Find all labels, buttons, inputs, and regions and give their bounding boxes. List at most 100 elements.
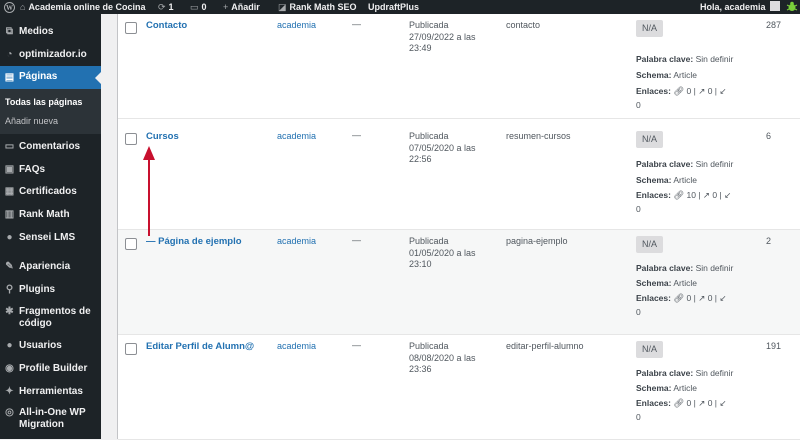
schema-line: Schema: Article	[636, 70, 697, 80]
updraftplus-link[interactable]: UpdraftPlus	[368, 0, 419, 14]
certificate-icon: ▦	[4, 186, 15, 197]
page-title-link[interactable]: Contacto	[146, 20, 187, 31]
count-cell: 6	[766, 131, 772, 141]
row-checkbox[interactable]	[125, 22, 137, 34]
comment-icon: ▭	[190, 2, 199, 12]
keyword-line: Palabra clave: Sin definir	[636, 159, 734, 169]
date-cell: Publicada 07/05/2020 a las 22:56	[409, 131, 476, 164]
slug-cell: contacto	[506, 20, 541, 30]
comments-icon: ▭	[4, 141, 15, 152]
brush-icon: ✎	[5, 261, 14, 272]
external-link-icon: ↗	[698, 86, 706, 96]
admin-sidebar: ⧉ Medios ◔ optimizador.io ▤ Páginas Todas l…	[0, 14, 101, 439]
external-link-icon: ↗	[698, 293, 706, 303]
pages-icon: ▤	[4, 72, 15, 83]
count-cell: 2	[766, 236, 772, 246]
admin-bar: W ⌂ Academia online de Cocina ⟳ 1 ▭ 0 + Añad…	[0, 0, 800, 14]
link-icon: 🔗︎	[673, 86, 685, 96]
table-row: Editar Perfil de Alumn@ academia — Publi…	[118, 335, 800, 440]
link-icon: 🔗︎	[673, 190, 685, 200]
date-cell: Publicada 01/05/2020 a las 23:10	[409, 236, 476, 269]
keyword-line: Palabra clave: Sin definir	[636, 263, 734, 273]
plugin-icon: ⚲	[5, 284, 14, 295]
rank-math-link[interactable]: ◪ Rank Math SEO	[278, 0, 357, 14]
faq-icon: ▣	[4, 164, 15, 175]
incoming-links-count: 0	[636, 412, 641, 422]
sensei-icon: ●	[6, 232, 13, 243]
submenu-item-all-pages[interactable]: Todas las páginas	[5, 97, 82, 107]
slug-cell: pagina-ejemplo	[506, 236, 568, 246]
gauge-icon: ◔	[6, 49, 13, 60]
incoming-links-count: 0	[636, 307, 641, 317]
author-link[interactable]: academia	[277, 20, 316, 30]
updates-icon: ⟳	[158, 2, 166, 12]
wordpress-logo-icon[interactable]: W	[4, 0, 15, 14]
page-title-link[interactable]: Editar Perfil de Alumn@	[146, 341, 254, 352]
incoming-link-icon: ↙	[719, 398, 727, 408]
schema-line: Schema: Article	[636, 383, 697, 393]
avatar	[769, 1, 780, 11]
submenu-item-add-new[interactable]: Añadir nueva	[5, 116, 58, 126]
incoming-links-count: 0	[636, 204, 641, 214]
home-icon: ⌂	[20, 2, 26, 12]
rank-math-icon: ◪	[278, 2, 287, 12]
comments-cell: —	[352, 19, 361, 29]
add-new-link[interactable]: + Añadir	[223, 0, 260, 14]
links-line: Enlaces: 🔗︎ 10 | ↗ 0 | ↙	[636, 190, 732, 200]
link-icon: 🔗︎	[673, 398, 685, 408]
migration-icon: ◎	[5, 407, 14, 418]
pages-table: Contacto academia — Publicada 27/09/2022 …	[117, 14, 800, 440]
sidebar-item-paginas[interactable]: ▤ Páginas	[0, 66, 101, 89]
updates-link[interactable]: ⟳ 1	[158, 0, 174, 14]
schema-line: Schema: Article	[636, 175, 697, 185]
svg-text:W: W	[6, 4, 13, 12]
seo-score-badge: N/A	[636, 20, 663, 37]
comments-cell: —	[352, 130, 361, 140]
row-checkbox[interactable]	[125, 238, 137, 250]
link-icon: 🔗︎	[673, 293, 685, 303]
links-line: Enlaces: 🔗︎ 0 | ↗ 0 | ↙	[636, 398, 727, 408]
tools-icon: ✦	[5, 386, 14, 397]
slug-cell: resumen-cursos	[506, 131, 571, 141]
keyword-line: Palabra clave: Sin definir	[636, 368, 734, 378]
incoming-link-icon: ↙	[719, 293, 727, 303]
users-icon: ●	[6, 340, 13, 351]
slug-cell: editar-perfil-alumno	[506, 341, 584, 351]
row-checkbox[interactable]	[125, 343, 137, 355]
account-greeting[interactable]: Hola, academia	[700, 0, 780, 14]
page-title-link[interactable]: Cursos	[146, 131, 179, 142]
row-checkbox[interactable]	[125, 133, 137, 145]
author-link[interactable]: academia	[277, 131, 316, 141]
links-line: Enlaces: 🔗︎ 0 | ↗ 0 | ↙	[636, 86, 727, 96]
external-link-icon: ↗	[698, 398, 706, 408]
comments-cell: —	[352, 340, 361, 350]
seo-score-badge: N/A	[636, 236, 663, 253]
table-row: — Página de ejemplo academia — Publicada…	[118, 230, 800, 335]
pages-submenu: Todas las páginas Añadir nueva	[0, 89, 101, 134]
wrench-icon: ✱	[5, 306, 14, 317]
schema-line: Schema: Article	[636, 278, 697, 288]
chart-icon: ▥	[4, 209, 15, 220]
seo-score-badge: N/A	[636, 341, 663, 358]
sidebar-item-fragmentos[interactable]: ✱ Fragmentos de código	[0, 306, 101, 332]
media-icon: ⧉	[5, 26, 14, 37]
plus-icon: +	[223, 2, 229, 12]
keyword-line: Palabra clave: Sin definir	[636, 54, 734, 64]
main-content: Contacto academia — Publicada 27/09/2022 …	[101, 14, 800, 440]
date-cell: Publicada 08/08/2020 a las 23:36	[409, 341, 476, 374]
sidebar-item-all-in-one[interactable]: ◎ All-in-One WP Migration	[0, 407, 101, 433]
author-link[interactable]: academia	[277, 236, 316, 246]
external-link-icon: ↗	[702, 190, 711, 200]
date-cell: Publicada 27/09/2022 a las 23:49	[409, 20, 476, 53]
incoming-links-count: 0	[636, 100, 641, 110]
table-row: Contacto academia — Publicada 27/09/2022 …	[118, 14, 800, 119]
comments-link[interactable]: ▭ 0	[190, 0, 207, 14]
site-name-link[interactable]: ⌂ Academia online de Cocina	[20, 0, 145, 14]
incoming-link-icon: ↙	[724, 190, 732, 200]
profile-icon: ◉	[5, 363, 14, 374]
author-link[interactable]: academia	[277, 341, 316, 351]
links-line: Enlaces: 🔗︎ 0 | ↗ 0 | ↙	[636, 293, 727, 303]
bug-icon[interactable]	[786, 0, 798, 14]
count-cell: 287	[766, 20, 782, 30]
page-title-link[interactable]: — Página de ejemplo	[146, 236, 242, 247]
